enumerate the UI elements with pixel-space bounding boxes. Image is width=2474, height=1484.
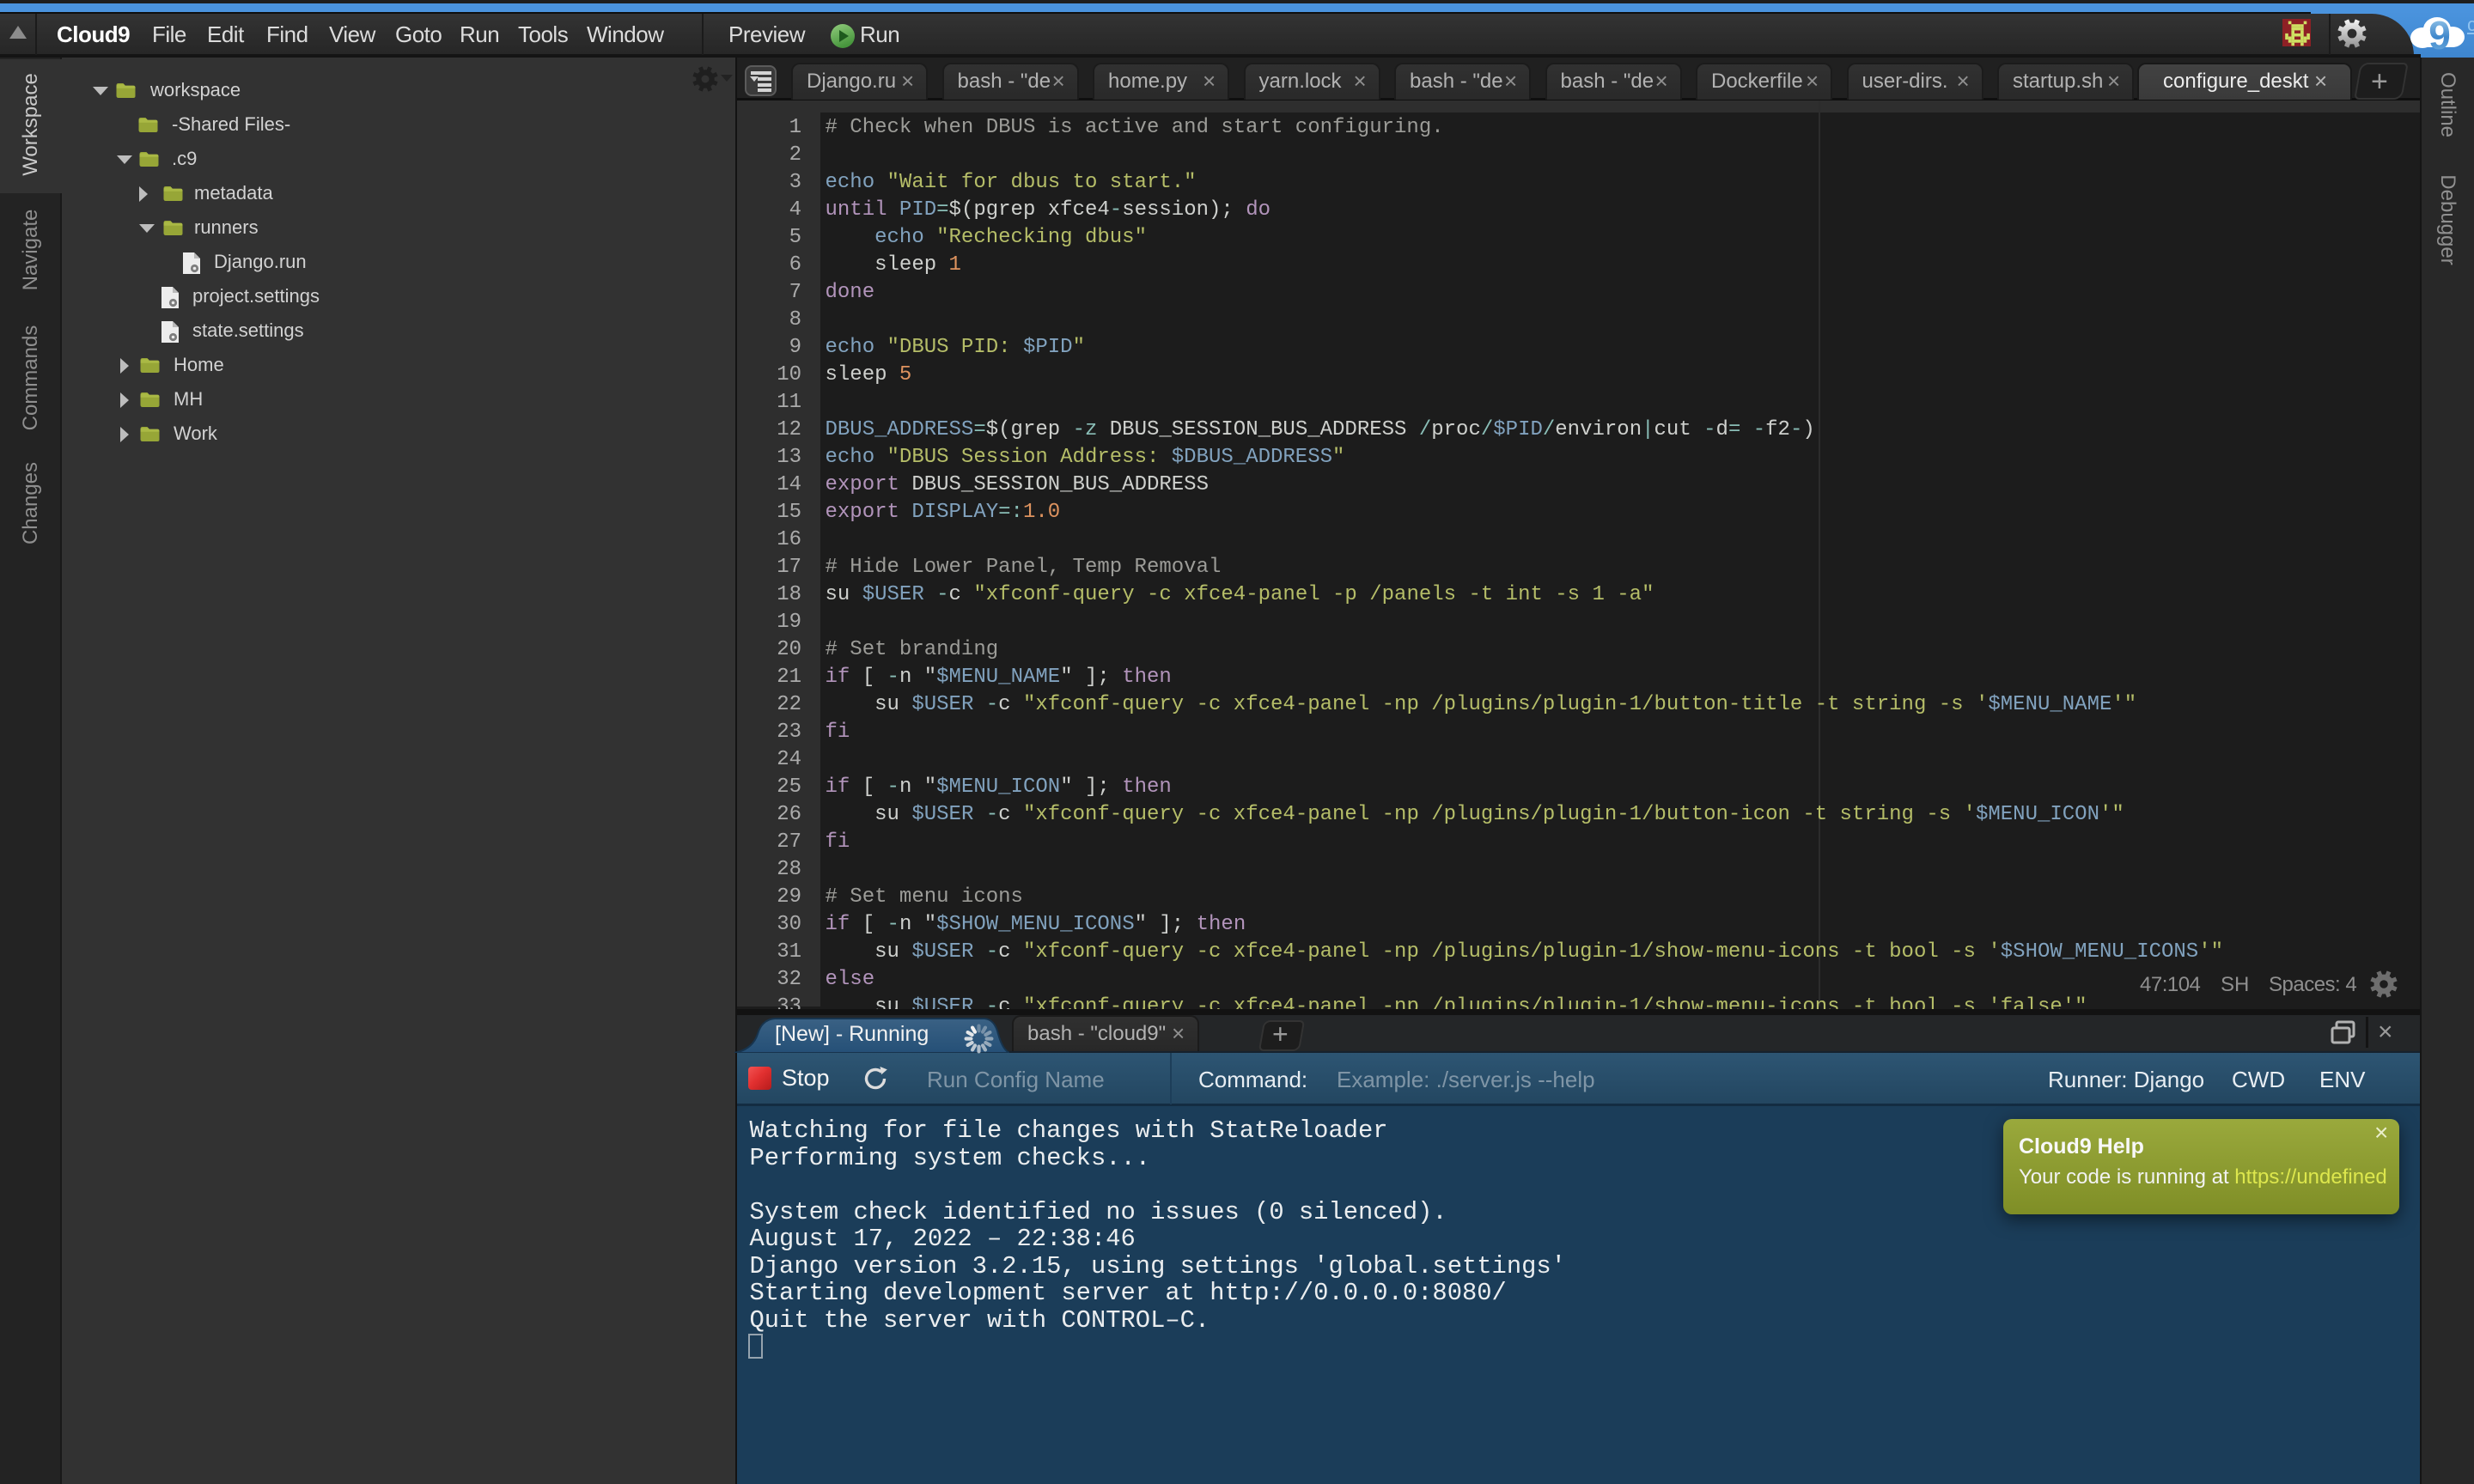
svg-text:9: 9 [2428, 13, 2451, 53]
